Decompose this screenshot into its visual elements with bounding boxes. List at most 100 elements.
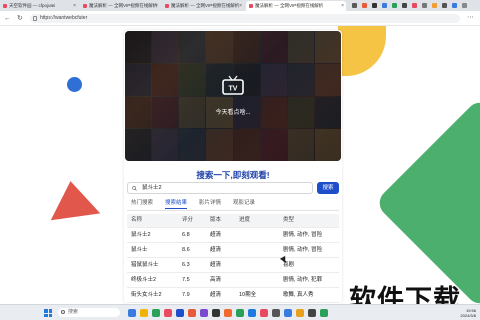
tab-favicon[interactable] <box>422 3 427 8</box>
search-input[interactable]: 鼠斗士2 <box>127 182 313 194</box>
tab-watch-history[interactable]: 观影记录 <box>233 198 255 208</box>
table-row[interactable]: 鼠斗士2 6.8 超清 剧情, 动作, 冒险 <box>127 229 339 243</box>
tab-favicon <box>249 4 253 8</box>
hero-overlay <box>125 31 341 161</box>
results-table: 名称 评分 版本 进度 类型 鼠斗士2 6.8 超清 剧情, 动作, 冒险 鼠斗… <box>127 214 339 304</box>
taskbar-app-icon[interactable] <box>152 309 160 317</box>
cell-quality: 超清 <box>210 232 222 238</box>
close-tab-icon[interactable]: × <box>239 1 242 11</box>
cell-quality: 超清 <box>210 262 222 268</box>
browser-menu-icon[interactable]: ⋯ <box>467 13 474 21</box>
tab-search-results[interactable]: 搜索结果 <box>165 198 188 209</box>
cell-title: 街头女斗士2 <box>131 292 162 298</box>
search-icon <box>132 186 137 191</box>
tv-icon-label: TV <box>229 86 238 93</box>
taskbar-app-icon[interactable] <box>260 309 268 317</box>
tab-favicon <box>165 4 169 8</box>
taskbar-app-icon[interactable] <box>188 309 196 317</box>
browser-tab[interactable]: 魔法解析 — 全网VIP视频在线解析 × <box>80 1 160 11</box>
search-row: 鼠斗士2 搜索 <box>127 182 339 194</box>
tab-bar: 热门搜索 搜索结果 影片详情 观影记录 <box>127 198 339 211</box>
taskbar-app-icon[interactable] <box>200 309 208 317</box>
search-button[interactable]: 搜索 <box>317 182 339 194</box>
search-title: 搜索一下,即刻观看! <box>196 170 270 180</box>
decorative-circle <box>67 77 82 92</box>
taskbar-app-icon[interactable] <box>320 309 328 317</box>
column-header: 评分 <box>182 217 194 223</box>
tv-icon: TV <box>222 75 244 95</box>
search-value: 鼠斗士2 <box>142 185 162 191</box>
cell-quality: 高清 <box>210 277 222 283</box>
cell-rating: 7.9 <box>182 292 190 298</box>
taskbar-app-icon[interactable] <box>176 309 184 317</box>
column-header: 类型 <box>283 217 295 223</box>
taskbar-app-icon[interactable] <box>308 309 316 317</box>
cell-title: 鼠斗士2 <box>131 232 151 238</box>
hero-banner: TV 今天看点啥... <box>125 31 341 161</box>
cell-rating: 6.8 <box>182 232 190 238</box>
windows-start-icon[interactable] <box>44 309 52 317</box>
taskbar-app-icon[interactable] <box>212 309 220 317</box>
tab-favicon[interactable] <box>442 3 447 8</box>
taskbar-app-icon[interactable] <box>296 309 304 317</box>
cell-rating: 6.3 <box>182 262 190 268</box>
browser-tab-strip: 天空软件园 — cfpojutei × 魔法解析 — 全网VIP视频在线解析 ×… <box>0 0 480 11</box>
table-row[interactable]: 终极斗士2 7.5 高清 剧情, 动作, 犯罪 <box>127 274 339 288</box>
tab-favicon[interactable] <box>452 3 457 8</box>
table-row[interactable]: 猎鼠鼠斗士 6.3 超清 喜剧 <box>127 259 339 273</box>
table-row[interactable]: 街头女斗士2 7.9 超清 10期全 歌舞, 真人秀 <box>127 289 339 303</box>
tab-favicon[interactable] <box>372 3 377 8</box>
tab-favicon <box>3 4 7 8</box>
reload-icon[interactable]: ↻ <box>17 14 23 23</box>
table-header: 名称 评分 版本 进度 类型 <box>127 214 339 228</box>
taskbar-clock[interactable]: 19:56 2024/3/8 <box>460 308 476 318</box>
decorative-shape <box>338 26 386 76</box>
browser-tab[interactable]: 天空软件园 — cfpojutei × <box>0 1 78 11</box>
taskbar-app-icon[interactable] <box>248 309 256 317</box>
decorative-triangle <box>45 177 101 221</box>
close-tab-icon[interactable]: × <box>73 1 76 11</box>
taskbar-app-icon[interactable] <box>272 309 280 317</box>
tab-favicon[interactable] <box>362 3 367 8</box>
taskbar-search[interactable]: 搜索 <box>58 308 120 317</box>
cell-rating: 7.5 <box>182 277 190 283</box>
lock-icon <box>33 16 37 21</box>
tab-favicon[interactable] <box>432 3 437 8</box>
hero-caption: 今天看点啥... <box>215 110 251 116</box>
cell-progress: 10期全 <box>239 292 257 298</box>
tab-movie-details[interactable]: 影片详情 <box>199 198 221 208</box>
tab-favicon <box>83 4 87 8</box>
tab-favicon[interactable] <box>352 3 357 8</box>
cell-quality: 超清 <box>210 292 222 298</box>
close-tab-icon[interactable]: × <box>341 1 344 11</box>
browser-tab[interactable]: 魔法解析 — 全网VIP视频在线解析 × <box>162 1 244 11</box>
tab-favicon[interactable] <box>392 3 397 8</box>
address-bar: ← ↻ https://wantwebcfuter ⋯ <box>0 11 480 26</box>
cell-genre: 剧情, 动作, 冒险 <box>283 247 323 253</box>
cell-title: 终极斗士2 <box>131 277 157 283</box>
tab-favicon[interactable] <box>462 3 467 8</box>
cell-rating: 8.6 <box>182 247 190 253</box>
table-row[interactable]: 鼠斗士 8.6 超清 剧情, 动作, 冒险 <box>127 244 339 258</box>
cell-genre: 剧情, 动作, 犯罪 <box>283 277 323 283</box>
close-tab-icon[interactable]: × <box>155 1 158 11</box>
column-header: 名称 <box>131 217 143 223</box>
tab-favicon[interactable] <box>382 3 387 8</box>
cell-quality: 超清 <box>210 247 222 253</box>
tab-favicon[interactable] <box>402 3 407 8</box>
taskbar-app-icon[interactable] <box>224 309 232 317</box>
tab-favicon[interactable] <box>412 3 417 8</box>
taskbar-app-icon[interactable] <box>284 309 292 317</box>
taskbar-app-icon[interactable] <box>164 309 172 317</box>
url-input[interactable]: https://wantwebcfuter <box>30 14 460 23</box>
folder-icon[interactable] <box>140 309 148 317</box>
tab-hot-search[interactable]: 热门搜索 <box>131 198 153 208</box>
cell-title: 猎鼠鼠斗士 <box>131 262 159 268</box>
browser-tab-active[interactable]: 魔法解析 — 全网VIP视频在线解析 × <box>246 1 346 11</box>
taskbar-app-icon[interactable] <box>128 309 136 317</box>
clock-date: 2024/3/8 <box>460 313 476 318</box>
taskbar-app-icon[interactable] <box>236 309 244 317</box>
search-icon <box>61 310 65 314</box>
back-icon[interactable]: ← <box>4 14 11 23</box>
column-header: 进度 <box>239 217 251 223</box>
